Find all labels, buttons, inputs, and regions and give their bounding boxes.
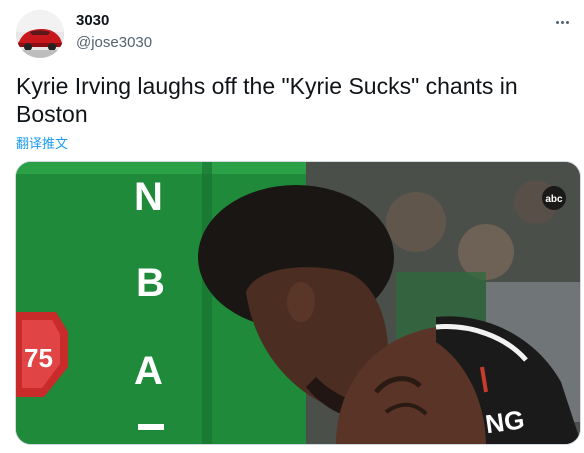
league-letter-a: A bbox=[134, 349, 163, 393]
league-letter-n: N bbox=[134, 175, 163, 219]
dot bbox=[555, 20, 559, 24]
user-avatar[interactable] bbox=[16, 10, 64, 58]
league-letter-b: B bbox=[136, 261, 165, 305]
dot bbox=[560, 20, 564, 24]
more-options-icon[interactable] bbox=[550, 12, 574, 32]
video-frame: 75 N B A NG abc bbox=[16, 162, 580, 444]
red-car-avatar-icon bbox=[16, 10, 64, 58]
anniversary-label: 75 bbox=[24, 343, 53, 373]
jersey-text: NG bbox=[483, 404, 526, 439]
translate-tweet-link[interactable]: 翻译推文 bbox=[16, 133, 68, 152]
tweet-media-image[interactable]: 75 N B A NG abc bbox=[15, 161, 581, 445]
tweet: 3030 @jose3030 Kyrie Irving laughs off t… bbox=[0, 0, 584, 453]
user-handle[interactable]: @jose3030 bbox=[76, 34, 152, 51]
dot bbox=[565, 20, 569, 24]
display-name[interactable]: 3030 bbox=[76, 12, 109, 29]
tweet-text: Kyrie Irving laughs off the "Kyrie Sucks… bbox=[16, 73, 518, 127]
network-badge: abc bbox=[545, 194, 563, 205]
